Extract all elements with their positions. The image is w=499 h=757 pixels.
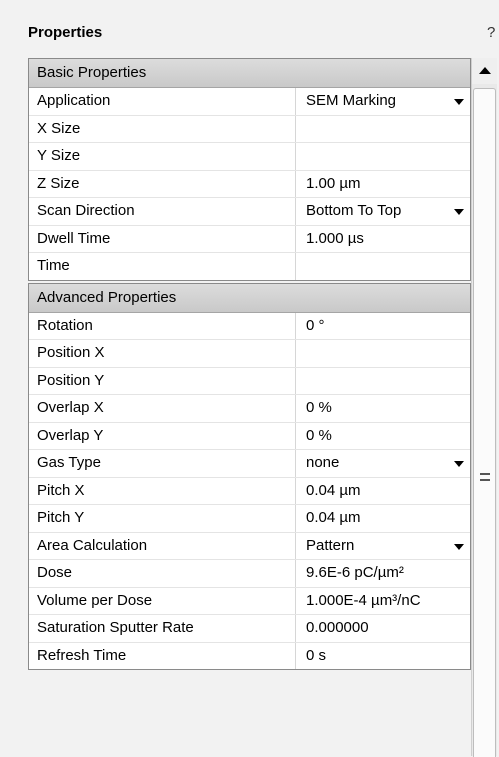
property-value-text: 0 s [306, 646, 327, 664]
chevron-down-icon[interactable] [454, 461, 464, 467]
property-row-rotation[interactable]: Rotation 0 ° [29, 312, 470, 340]
property-value-text: 0.000000 [306, 619, 369, 636]
help-icon[interactable]: ? [487, 24, 495, 41]
property-value[interactable]: 1.000 µs [296, 226, 470, 253]
property-grid: Basic Properties Application SEM Marking X… [28, 58, 471, 672]
basic-properties-section: Basic Properties Application SEM Marking X… [28, 58, 471, 281]
arrow-up-icon [479, 67, 491, 74]
vertical-scrollbar[interactable] [471, 58, 497, 757]
property-value-dropdown[interactable]: SEM Marking [296, 88, 470, 115]
chevron-down-icon[interactable] [454, 209, 464, 215]
advanced-properties-header[interactable]: Advanced Properties [29, 283, 470, 313]
property-value-text: 0 ° [306, 316, 325, 334]
property-value-text: 0 % [306, 426, 332, 444]
property-value-text: 0.04 µm [306, 481, 361, 499]
property-row-application[interactable]: Application SEM Marking [29, 88, 470, 115]
property-value-text: Bottom To Top [306, 202, 402, 219]
property-row-overlap-y[interactable]: Overlap Y 0 % [29, 421, 470, 450]
advanced-properties-section: Advanced Properties Rotation 0 ° Position … [28, 282, 471, 670]
grip-icon [480, 473, 490, 481]
chevron-down-icon[interactable] [454, 99, 464, 105]
property-value[interactable] [296, 368, 470, 395]
property-row-time[interactable]: Time [29, 252, 470, 280]
property-value-text: Pattern [306, 536, 355, 554]
property-value[interactable]: 9.6E-6 pC/µm² [296, 560, 470, 587]
panel-title: Properties [28, 24, 103, 41]
property-row-overlap-x[interactable]: Overlap X 0 % [29, 394, 470, 422]
property-row-scan-direction[interactable]: Scan Direction Bottom To Top [29, 197, 470, 225]
property-value[interactable]: 1.00 µm [296, 171, 470, 198]
scroll-thumb[interactable] [473, 88, 496, 757]
chevron-down-icon[interactable] [454, 543, 464, 550]
property-value[interactable]: 0.04 µm [296, 505, 470, 532]
property-label: Position Y [29, 367, 296, 394]
property-value-text: 9.6E-6 pC/µm² [306, 564, 404, 581]
property-value[interactable]: 0.000000 [296, 615, 470, 642]
property-label: Volume per Dose [29, 587, 296, 614]
property-value-text: 0.04 µm [306, 509, 361, 526]
property-row-pitch-y[interactable]: Pitch Y 0.04 µm [29, 504, 470, 532]
property-row-saturation-sputter-rate[interactable]: Saturation Sputter Rate 0.000000 [29, 614, 470, 642]
property-row-gas-type[interactable]: Gas Type none [29, 449, 470, 477]
property-label: Y Size [29, 143, 296, 170]
property-label: Time [29, 253, 296, 280]
property-value[interactable]: 1.000E-4 µm³/nC [296, 588, 470, 615]
panel-header: Properties ? [0, 0, 499, 58]
property-value-dropdown[interactable]: Bottom To Top [296, 198, 470, 225]
property-row-position-x[interactable]: Position X [29, 339, 470, 367]
property-value[interactable] [296, 340, 470, 367]
property-label: Scan Direction [29, 198, 296, 225]
property-row-position-y[interactable]: Position Y [29, 366, 470, 395]
property-row-dose[interactable]: Dose 9.6E-6 pC/µm² [29, 559, 470, 587]
property-label: Refresh Time [29, 642, 296, 669]
basic-properties-header[interactable]: Basic Properties [29, 59, 470, 88]
property-value-text: SEM Marking [306, 92, 397, 109]
property-label: Overlap Y [29, 422, 296, 449]
property-label: Overlap X [29, 395, 296, 422]
property-value[interactable]: 0 % [296, 395, 470, 422]
property-label: Gas Type [29, 450, 296, 477]
property-label: Saturation Sputter Rate [29, 615, 296, 642]
property-value-text: 1.00 µm [306, 174, 361, 192]
property-value[interactable] [296, 116, 470, 143]
property-row-refresh-time[interactable]: Refresh Time 0 s [29, 641, 470, 670]
property-value-text: 1.000E-4 µm³/nC [306, 591, 421, 609]
property-value[interactable] [296, 253, 470, 280]
property-label: Position X [29, 340, 296, 367]
property-label: Area Calculation [29, 532, 296, 559]
property-value[interactable] [296, 143, 470, 170]
property-label: Rotation [29, 312, 296, 339]
property-row-y-size[interactable]: Y Size [29, 142, 470, 170]
scroll-up-button[interactable] [472, 58, 497, 84]
property-row-dwell-time[interactable]: Dwell Time 1.000 µs [29, 224, 470, 253]
property-value[interactable]: 0.04 µm [296, 478, 470, 505]
property-value[interactable]: 0 ° [296, 313, 470, 340]
property-row-area-calculation[interactable]: Area Calculation Pattern [29, 531, 470, 560]
property-value-text: 0 % [306, 399, 332, 416]
property-label: X Size [29, 115, 296, 142]
property-value[interactable]: 0 s [296, 643, 470, 670]
property-label: Z Size [29, 170, 296, 197]
property-value-dropdown[interactable]: none [296, 450, 470, 477]
property-row-z-size[interactable]: Z Size 1.00 µm [29, 169, 470, 198]
property-value-dropdown[interactable]: Pattern [296, 533, 470, 560]
property-row-pitch-x[interactable]: Pitch X 0.04 µm [29, 476, 470, 505]
property-label: Dose [29, 560, 296, 587]
property-label: Dwell Time [29, 225, 296, 252]
property-label: Pitch Y [29, 505, 296, 532]
property-row-volume-per-dose[interactable]: Volume per Dose 1.000E-4 µm³/nC [29, 586, 470, 615]
property-label: Pitch X [29, 477, 296, 504]
property-value-text: none [306, 454, 340, 471]
property-value-text: 1.000 µs [306, 229, 364, 247]
property-label: Application [29, 88, 296, 115]
property-row-x-size[interactable]: X Size [29, 114, 470, 143]
property-value[interactable]: 0 % [296, 423, 470, 450]
